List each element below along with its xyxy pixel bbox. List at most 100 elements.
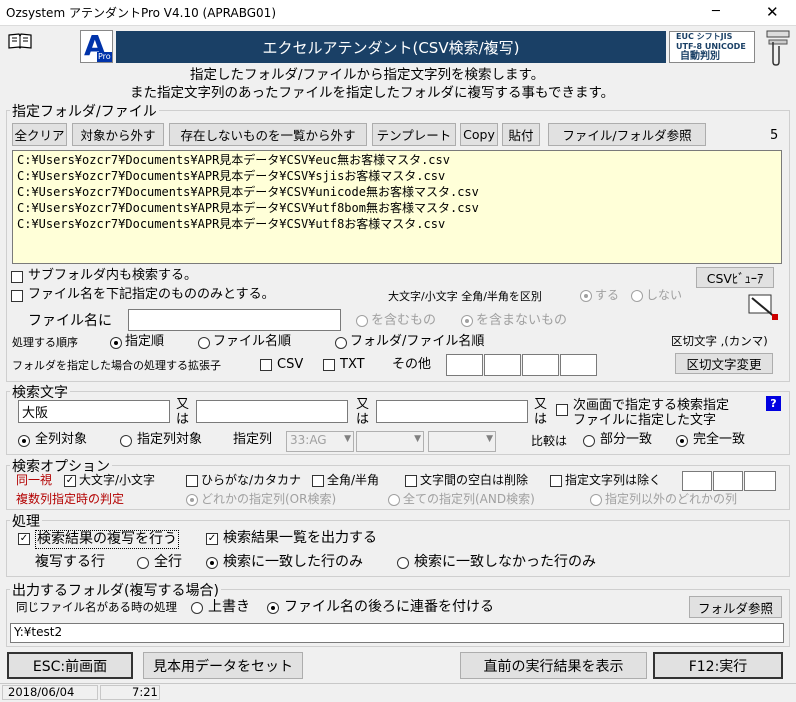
filename-only-label: ファイル名を下記指定のもののみとする。	[28, 287, 275, 302]
folder-browse-button[interactable]: フォルダ参照	[689, 596, 782, 618]
file-list-item[interactable]: C:¥Users¥ozcr7¥Documents¥APR見本データ¥CSV¥sj…	[17, 168, 777, 184]
case-no-radio[interactable]	[631, 290, 643, 302]
output-path-input[interactable]: Y:¥test2	[10, 623, 784, 643]
ext-other-input-4[interactable]	[560, 354, 597, 376]
remove-from-target-button[interactable]: 対象から外す	[72, 123, 164, 146]
order-label: 処理する順序	[12, 336, 78, 349]
ext-txt-checkbox[interactable]	[323, 359, 335, 371]
sample-data-button[interactable]: 見本用データをセット	[143, 652, 303, 679]
esc-back-button[interactable]: ESC:前画面	[7, 652, 133, 679]
matched-rows-radio[interactable]	[206, 557, 218, 569]
specified-columns-label: 指定列対象	[137, 432, 203, 447]
file-list-item[interactable]: C:¥Users¥ozcr7¥Documents¥APR見本データ¥CSV¥ut…	[17, 200, 777, 216]
next-screen-label-2: ファイルに指定した文字	[573, 413, 717, 428]
partial-match-radio[interactable]	[583, 435, 595, 447]
close-button[interactable]: ✕	[766, 3, 779, 21]
file-list-item[interactable]: C:¥Users¥ozcr7¥Documents¥APR見本データ¥CSV¥un…	[17, 184, 777, 200]
overwrite-radio[interactable]	[191, 602, 203, 614]
subfolder-checkbox[interactable]	[11, 271, 23, 283]
column-select-3[interactable]: ▼	[428, 431, 496, 452]
file-list[interactable]: C:¥Users¥ozcr7¥Documents¥APR見本データ¥CSV¥eu…	[12, 150, 782, 264]
encoding-line3: 自動判別	[680, 51, 720, 62]
contains-radio[interactable]	[356, 315, 368, 327]
minimize-button[interactable]: ─	[712, 4, 720, 20]
case-yes-radio[interactable]	[580, 290, 592, 302]
book-icon[interactable]	[8, 33, 32, 49]
unmatched-rows-radio[interactable]	[397, 557, 409, 569]
multi-other-radio[interactable]	[590, 494, 602, 506]
clip-icon[interactable]	[764, 28, 792, 66]
ext-other-input-1[interactable]	[446, 354, 483, 376]
exact-match-radio[interactable]	[676, 435, 688, 447]
paste-button[interactable]: 貼付	[502, 123, 540, 146]
exclude-checkbox[interactable]	[550, 475, 562, 487]
not-contains-label: を含まないもの	[476, 313, 568, 328]
spaces-option-label: 文字間の空白は削除	[420, 473, 529, 487]
order-specified-radio[interactable]	[110, 337, 122, 349]
pen-edit-icon[interactable]	[746, 292, 780, 322]
help-icon[interactable]: ?	[766, 396, 781, 411]
width-checkbox[interactable]	[312, 475, 324, 487]
append-number-radio[interactable]	[267, 602, 279, 614]
filename-only-checkbox[interactable]	[11, 290, 23, 302]
exclude-input-2[interactable]	[713, 471, 743, 491]
process-group-label: 処理	[10, 511, 42, 531]
column-select-1[interactable]: 33:AG ▼	[286, 431, 354, 452]
ext-other-label: その他	[392, 357, 432, 372]
not-contains-radio[interactable]	[461, 315, 473, 327]
column-select-2[interactable]: ▼	[356, 431, 424, 452]
chevron-down-icon: ▼	[486, 434, 493, 444]
case-checkbox[interactable]: ✓	[64, 475, 76, 487]
csv-viewer-button[interactable]: CSVﾋﾞｭｰｱ	[696, 267, 774, 288]
copy-button[interactable]: Copy	[460, 123, 498, 146]
search-input-1[interactable]: 大阪	[18, 400, 170, 423]
partial-match-label: 部分一致	[600, 432, 653, 447]
previous-result-button[interactable]: 直前の実行結果を表示	[460, 652, 647, 679]
template-button[interactable]: テンプレート	[372, 123, 456, 146]
run-button[interactable]: F12:実行	[653, 652, 783, 679]
encoding-badge: EUC シフトJIS UTF-8 UNICODE 自動判別	[669, 31, 755, 63]
multi-column-label: 複数列指定時の判定	[16, 492, 125, 506]
encoding-line1: EUC シフトJIS	[676, 32, 733, 41]
copy-rows-label: 複写する行	[35, 554, 105, 570]
next-screen-checkbox[interactable]	[556, 404, 568, 416]
case-no-label: しない	[646, 288, 683, 302]
all-columns-radio[interactable]	[18, 435, 30, 447]
spaces-checkbox[interactable]	[405, 475, 417, 487]
status-date: 2018/06/04	[8, 685, 75, 699]
multi-any-label: どれかの指定列(OR検索)	[201, 492, 337, 506]
ext-other-input-2[interactable]	[484, 354, 521, 376]
case-yes-label: する	[595, 288, 620, 302]
copy-results-checkbox[interactable]: ✓	[18, 533, 30, 545]
delimiter-change-button[interactable]: 区切文字変更	[675, 353, 773, 374]
exclude-input-3[interactable]	[744, 471, 776, 491]
ext-csv-checkbox[interactable]	[260, 359, 272, 371]
clear-all-button[interactable]: 全クリア	[12, 123, 67, 146]
search-input-2[interactable]	[196, 400, 348, 423]
exclude-input-1[interactable]	[682, 471, 712, 491]
remove-missing-button[interactable]: 存在しないものを一覧から外す	[169, 123, 367, 146]
window-title: Ozsystem アテンダントPro V4.10 (APRABG01)	[6, 6, 276, 20]
output-list-checkbox[interactable]: ✓	[206, 533, 218, 545]
specified-columns-radio[interactable]	[120, 435, 132, 447]
ext-other-input-3[interactable]	[522, 354, 559, 376]
same-label: 同一視	[16, 473, 53, 487]
copy-results-label: 検索結果の複写を行う	[35, 530, 179, 549]
order-specified-label: 指定順	[125, 334, 165, 349]
compare-label: 比較は	[531, 434, 568, 448]
multi-any-radio[interactable]	[186, 494, 198, 506]
file-list-item[interactable]: C:¥Users¥ozcr7¥Documents¥APR見本データ¥CSV¥eu…	[17, 152, 777, 168]
multi-all-radio[interactable]	[388, 494, 400, 506]
kana-checkbox[interactable]	[186, 475, 198, 487]
kana-option-label: ひらがな/カタカナ	[201, 473, 302, 487]
order-filename-label: ファイル名順	[213, 334, 292, 349]
overwrite-label: 上書き	[208, 599, 250, 615]
filename-input[interactable]	[128, 309, 341, 331]
file-folder-browse-button[interactable]: ファイル/フォルダ参照	[548, 123, 706, 146]
search-input-3[interactable]	[376, 400, 528, 423]
order-filename-radio[interactable]	[198, 337, 210, 349]
all-rows-radio[interactable]	[137, 557, 149, 569]
file-list-item[interactable]: C:¥Users¥ozcr7¥Documents¥APR見本データ¥CSV¥ut…	[17, 216, 777, 232]
exact-match-label: 完全一致	[693, 432, 746, 447]
order-folder-filename-radio[interactable]	[335, 337, 347, 349]
